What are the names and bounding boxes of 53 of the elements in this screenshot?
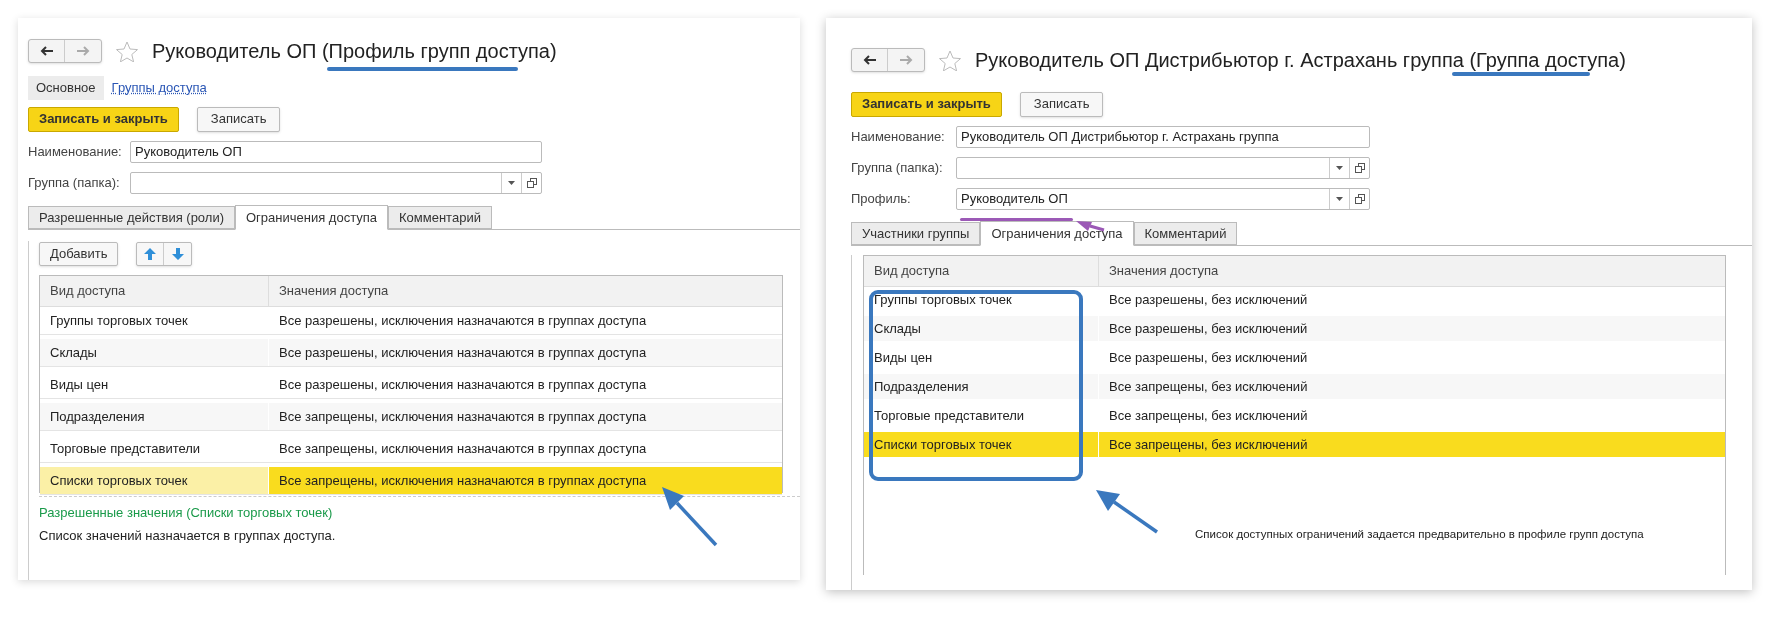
left-arrow-icon [39,46,54,56]
star-icon[interactable] [116,40,138,62]
column-header: Значения доступа [278,282,390,301]
right-arrow-icon [76,46,90,56]
annotation-arrow [662,487,718,547]
table-cell[interactable]: Все запрещены, без исключений [1099,432,1725,457]
info-text: Список значений назначается в группах доступа. [39,526,337,545]
tab[interactable]: Участники группы [851,222,981,245]
column-header: Значения доступа [1108,262,1220,281]
add-button[interactable]: Добавить [39,241,119,266]
save-button[interactable]: Записать [1019,91,1104,117]
table-cell[interactable]: Подразделения [864,374,1099,399]
tab[interactable]: Ограничения доступа [980,221,1134,246]
right-arrow-icon [899,55,913,65]
left-arrow-icon [862,55,877,65]
column-header: Вид доступа [40,276,269,306]
table-cell[interactable]: Все запрещены, без исключений [1099,374,1725,399]
table-cell[interactable]: Все запрещены, исключения назначаются в группах доступа [269,467,782,494]
table-cell[interactable]: Все разрешены, без исключений [1099,316,1725,341]
field-label: Профиль: [851,190,912,209]
section-tab[interactable]: Основное [28,76,104,100]
input-field[interactable]: Руководитель ОП [130,141,542,163]
save-close-button[interactable]: Записать и закрыть [851,91,1002,117]
table-cell[interactable]: Все запрещены, исключения назначаются в группах доступа [269,403,782,430]
input-field[interactable]: Руководитель ОП [956,188,1370,210]
table-cell[interactable]: Все разрешены, исключения назначаются в группах доступа [269,339,782,366]
table-cell[interactable]: Подразделения [40,403,269,430]
field-label: Наименование: [851,128,946,147]
table-cell[interactable]: Склады [864,316,1099,341]
table-cell[interactable]: Списки торговых точек [864,432,1099,457]
annotation-arrow [1076,221,1105,232]
input-field[interactable] [130,172,542,194]
tab[interactable]: Комментарий [1133,222,1238,245]
tab[interactable]: Разрешенные действия (роли) [28,206,235,229]
window-title: Руководитель ОП Дистрибьютор г. Астрахань группа (Группа доступа) [975,50,1626,70]
field-label: Наименование: [28,143,123,162]
star-icon[interactable] [939,49,961,71]
tab[interactable]: Комментарий [388,206,492,229]
input-field[interactable]: Руководитель ОП Дистрибьютор г. Астрахань группа [956,126,1370,148]
input-field[interactable] [956,157,1370,179]
table-cell[interactable]: Склады [40,339,269,366]
tab[interactable]: Ограничения доступа [235,205,389,230]
field-label: Группа (папка): [851,159,944,178]
column-header: Вид доступа [864,256,1099,286]
section-tab[interactable]: Группы доступа [103,76,215,100]
annotation-arrow [1096,490,1158,534]
section-title: Разрешенные значения (Списки торговых точек) [39,504,334,522]
table-cell[interactable]: Списки торговых точек [40,467,269,494]
annotation-text: Список доступных ограничений задается предварительно в профиле групп доступа [1195,527,1644,542]
save-close-button[interactable]: Записать и закрыть [28,106,179,132]
save-button[interactable]: Записать [196,106,281,132]
window-title: Руководитель ОП (Профиль групп доступа) [152,41,557,61]
field-label: Группа (папка): [28,174,121,193]
